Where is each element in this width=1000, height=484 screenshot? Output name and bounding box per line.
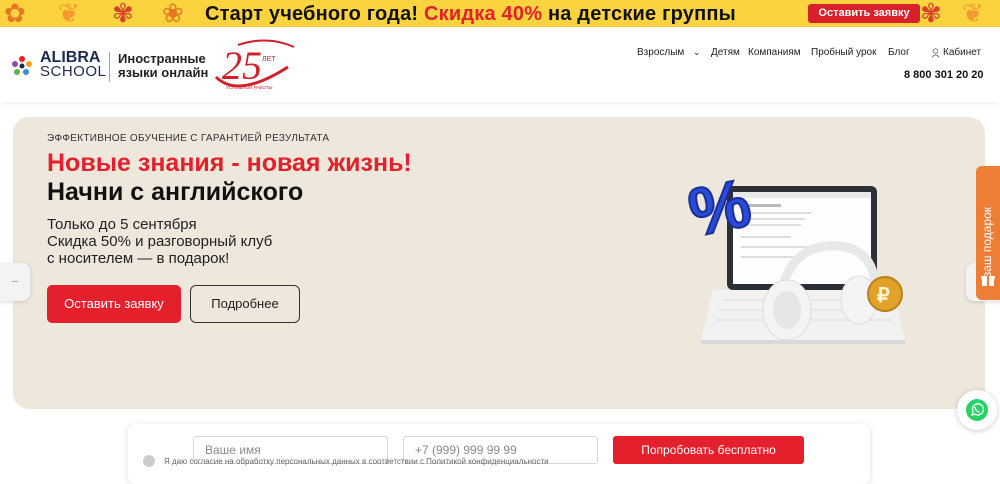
hero-request-button[interactable]: Оставить заявку — [47, 285, 181, 323]
anniversary-label: ЛЕТ — [262, 56, 276, 63]
gift-tab-label: ваш подарок — [980, 206, 994, 278]
nav-item-companies[interactable]: Компаниям — [748, 47, 801, 58]
promo-text-end: на детские группы — [542, 3, 736, 25]
anniversary-caption: УСПЕШНОЙ РАБОТЫ — [226, 83, 273, 90]
site-header: ALIBRA SCHOOL Иностранные языки онлайн 25… — [0, 27, 1000, 102]
nav-item-adults[interactable]: Взрослым — [637, 47, 684, 58]
autumn-leaf-icon: ✾ — [112, 0, 134, 27]
autumn-leaf-icon: ✾ — [920, 0, 942, 27]
anniversary-badge: 25 ЛЕТ УСПЕШНОЙ РАБОТЫ — [214, 39, 295, 90]
logo-tagline: Иностранные языки онлайн — [118, 52, 208, 80]
hero-title: Начни с английского — [47, 178, 304, 206]
nav-item-trial-lesson[interactable]: Пробный урок — [811, 47, 877, 58]
anniversary-number: 25 — [222, 43, 262, 88]
user-icon[interactable] — [931, 48, 940, 58]
autumn-leaf-icon: ❀ — [162, 0, 184, 27]
nav-item-cabinet[interactable]: Кабинет — [943, 47, 981, 58]
hero-subtitle-line: с носителем — в подарок! — [47, 250, 230, 267]
autumn-leaf-icon: ❦ — [58, 0, 80, 27]
nav-item-blog[interactable]: Блог — [888, 47, 910, 58]
tagline-line1: Иностранные — [118, 51, 206, 66]
autumn-leaf-icon: ❦ — [962, 0, 984, 27]
alibra-logo-icon — [12, 56, 32, 75]
hero-more-button[interactable]: Подробнее — [190, 285, 300, 323]
autumn-leaf-icon: ✿ — [4, 0, 26, 27]
svg-text:₽: ₽ — [877, 285, 890, 307]
try-free-button[interactable]: Попробовать бесплатно — [613, 436, 804, 464]
promo-request-button[interactable]: Оставить заявку — [808, 4, 920, 23]
hero-subtitle-line: Скидка 50% и разговорный клуб — [47, 233, 273, 250]
promo-banner[interactable]: ✿ ❦ ✾ ❀ ✾ ❦ Старт учебного года! Скидка … — [0, 0, 1000, 27]
svg-text:%: % — [682, 172, 757, 251]
nav-item-kids[interactable]: Детям — [711, 47, 740, 58]
promo-text: Старт учебного года! Скидка 40% на детск… — [205, 3, 736, 26]
consent-checkbox[interactable] — [143, 455, 155, 467]
hero-eyebrow: ЭФФЕКТИВНОЕ ОБУЧЕНИЕ С ГАРАНТИЕЙ РЕЗУЛЬТ… — [47, 133, 330, 144]
chevron-down-icon[interactable]: ⌄ — [693, 47, 701, 58]
lead-form: Попробовать бесплатно Я даю согласие на … — [128, 424, 870, 484]
gift-tab[interactable]: ваш подарок — [976, 166, 1000, 300]
phone-number[interactable]: 8 800 301 20 20 — [904, 69, 984, 81]
hero-subtitle: Только до 5 сентября Скидка 50% и разгов… — [47, 216, 272, 267]
side-panel-toggle[interactable]: – — [0, 263, 30, 301]
laptop-headphones-illustration: % ₽ — [681, 172, 905, 344]
promo-text-start: Старт учебного года! — [205, 3, 425, 25]
logo-word-school[interactable]: SCHOOL — [40, 64, 106, 79]
hero-subtitle-line: Только до 5 сентября — [47, 216, 197, 233]
whatsapp-button[interactable] — [957, 390, 997, 430]
logo-divider — [109, 52, 110, 82]
tagline-line2: языки онлайн — [118, 65, 209, 80]
gift-icon — [981, 276, 995, 286]
consent-text: Я даю согласие на обработку персональных… — [164, 457, 549, 466]
hero-title-red: Новые знания - новая жизнь! — [47, 149, 412, 177]
promo-discount: Скидка 40% — [424, 3, 543, 25]
hero-banner: ЭФФЕКТИВНОЕ ОБУЧЕНИЕ С ГАРАНТИЕЙ РЕЗУЛЬТ… — [13, 117, 985, 409]
whatsapp-icon — [966, 399, 988, 421]
